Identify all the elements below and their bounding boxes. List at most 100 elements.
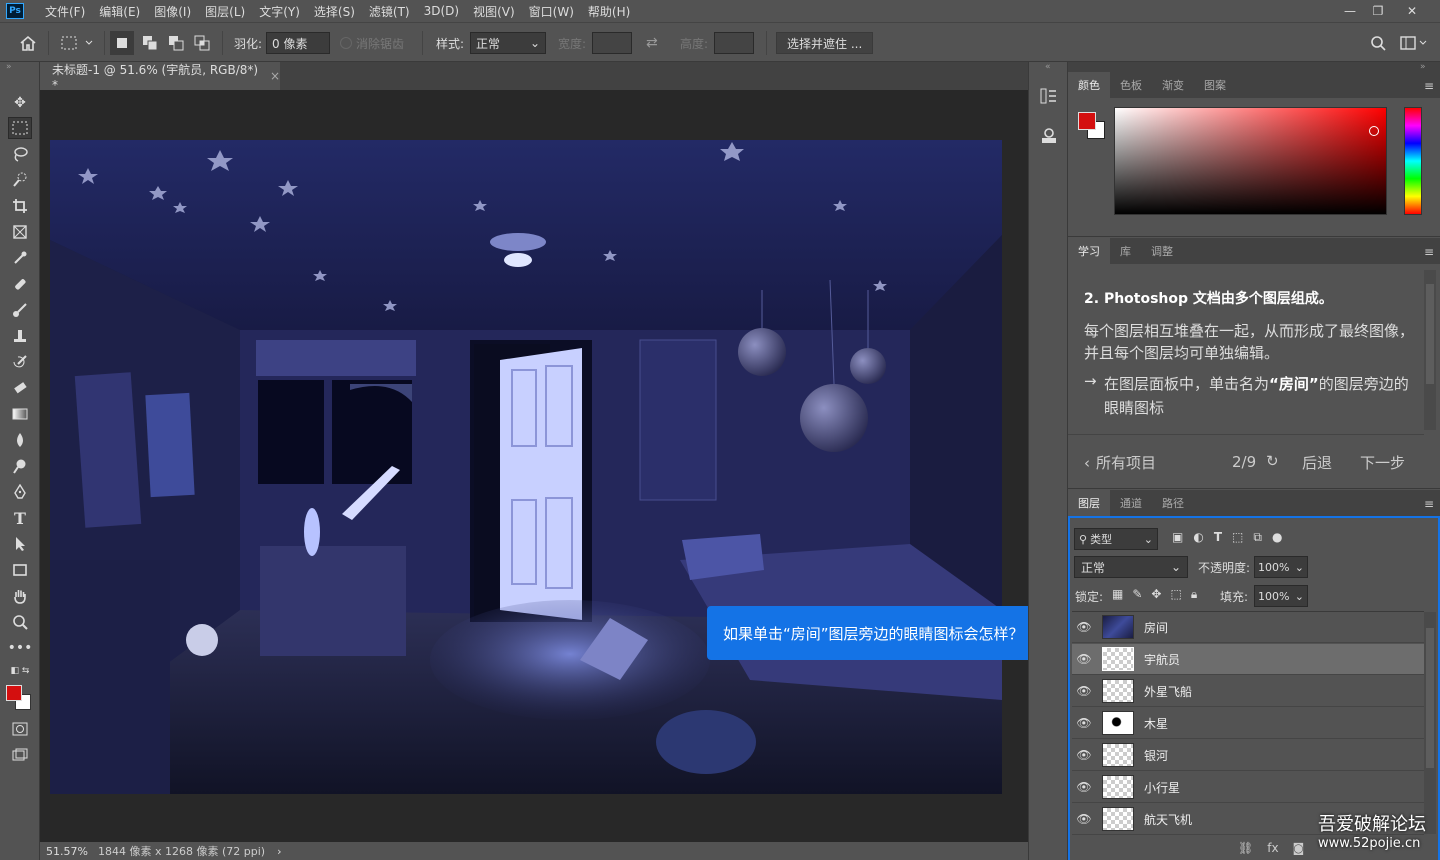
layer-row[interactable]: 👁︎ 外星飞船 (1072, 676, 1424, 707)
color-panel-menu-icon[interactable]: ≡ (1424, 79, 1434, 93)
swap-icon[interactable]: ⇄ (646, 31, 658, 55)
rectangle-tool-icon[interactable] (8, 559, 32, 581)
gradient-tool-icon[interactable] (8, 403, 32, 425)
minimize-button[interactable]: — (1336, 0, 1364, 22)
next-button[interactable]: 下一步 (1360, 452, 1405, 473)
color-field[interactable] (1114, 107, 1387, 215)
collapse-panels-icon[interactable]: » (1420, 62, 1426, 72)
layers-panel-menu-icon[interactable]: ≡ (1424, 497, 1434, 511)
layer-styles-icon[interactable]: fx (1267, 841, 1278, 855)
tab-channels[interactable]: 通道 (1110, 490, 1152, 516)
filter-adjustment-icon[interactable]: ◐ (1193, 530, 1203, 545)
visibility-eye-icon[interactable]: 👁︎ (1072, 716, 1096, 730)
refresh-icon[interactable]: ↻ (1266, 452, 1279, 470)
tab-adjustments[interactable]: 调整 (1141, 238, 1183, 264)
menu-view[interactable]: 视图(V) (466, 3, 522, 20)
visibility-eye-icon[interactable]: 👁︎ (1072, 748, 1096, 762)
antialias-checkbox[interactable]: 消除锯齿 (340, 31, 404, 55)
visibility-eye-icon[interactable]: 👁︎ (1072, 652, 1096, 666)
hue-slider[interactable] (1404, 107, 1422, 215)
menu-edit[interactable]: 编辑(E) (92, 3, 147, 20)
link-layers-icon[interactable]: ⛓︎ (1238, 841, 1253, 855)
layer-row[interactable]: 👁︎ 房间 (1072, 612, 1424, 643)
opacity-input[interactable]: 100% ⌄ (1254, 556, 1308, 578)
menu-type[interactable]: 文字(Y) (252, 3, 307, 20)
frame-tool-icon[interactable] (8, 221, 32, 243)
tab-color[interactable]: 颜色 (1068, 72, 1110, 98)
blend-mode-select[interactable]: 正常 ⌄ (1074, 556, 1188, 578)
clone-stamp-tool-icon[interactable] (8, 325, 32, 347)
properties-panel-icon[interactable] (1037, 124, 1061, 148)
restore-button[interactable]: ❐ (1364, 0, 1392, 22)
subtract-selection-icon[interactable] (164, 31, 188, 55)
tab-gradients[interactable]: 渐变 (1152, 72, 1194, 98)
filter-type-icon[interactable]: T (1214, 530, 1222, 545)
marquee-preset-icon[interactable] (60, 31, 96, 55)
layer-row[interactable]: 👁︎ 木星 (1072, 708, 1424, 739)
search-icon[interactable] (1370, 31, 1390, 55)
collapse-toolbar-icon[interactable]: » (6, 62, 12, 72)
filter-pixel-icon[interactable]: ▣ (1172, 530, 1183, 545)
menu-window[interactable]: 窗口(W) (522, 3, 581, 20)
filter-toggle-icon[interactable]: ● (1272, 530, 1282, 545)
dodge-tool-icon[interactable] (8, 455, 32, 477)
fill-input[interactable]: 100% ⌄ (1254, 585, 1308, 607)
lasso-tool-icon[interactable] (8, 143, 32, 165)
learn-panel-menu-icon[interactable]: ≡ (1424, 245, 1434, 259)
tab-paths[interactable]: 路径 (1152, 490, 1194, 516)
intersect-selection-icon[interactable] (190, 31, 214, 55)
pen-tool-icon[interactable] (8, 481, 32, 503)
select-and-mask-button[interactable]: 选择并遮住 ... (776, 32, 874, 54)
layer-filter-select[interactable]: ⚲ 类型 ⌄ (1074, 528, 1158, 550)
menu-filter[interactable]: 滤镜(T) (362, 3, 417, 20)
style-select[interactable]: 正常 ⌄ (470, 32, 546, 54)
add-mask-icon[interactable]: ◙ (1293, 841, 1305, 855)
screen-mode-icon[interactable] (8, 744, 32, 766)
eraser-tool-icon[interactable] (8, 377, 32, 399)
document-canvas[interactable] (50, 140, 1002, 794)
visibility-eye-icon[interactable]: 👁︎ (1072, 684, 1096, 698)
lock-artboard-icon[interactable]: ⬚ (1170, 587, 1181, 602)
filter-smart-object-icon[interactable]: ⧉ (1253, 530, 1262, 545)
color-picker-marker[interactable] (1369, 126, 1379, 136)
visibility-eye-icon[interactable]: 👁︎ (1072, 620, 1096, 634)
back-button[interactable]: 后退 (1302, 452, 1332, 473)
menu-select[interactable]: 选择(S) (307, 3, 362, 20)
zoom-tool-icon[interactable] (8, 611, 32, 633)
tab-layers[interactable]: 图层 (1068, 490, 1110, 516)
type-tool-icon[interactable]: T (8, 507, 32, 529)
learn-scrollbar[interactable] (1424, 270, 1436, 430)
hand-tool-icon[interactable] (8, 585, 32, 607)
workspace-icon[interactable] (1400, 31, 1430, 55)
layer-row[interactable]: 👁︎ 银河 (1072, 740, 1424, 771)
marquee-tool-icon[interactable] (8, 117, 32, 139)
more-tools-icon[interactable]: ••• (8, 637, 33, 659)
quick-mask-icon[interactable] (8, 718, 32, 740)
close-tab-icon[interactable]: × (270, 69, 280, 83)
tab-swatches[interactable]: 色板 (1110, 72, 1152, 98)
lock-transparent-icon[interactable]: ▦ (1112, 587, 1123, 602)
tab-libraries[interactable]: 库 (1110, 238, 1141, 264)
height-input[interactable] (714, 32, 754, 54)
menu-image[interactable]: 图像(I) (147, 3, 198, 20)
layers-scrollbar[interactable] (1424, 612, 1436, 834)
tab-patterns[interactable]: 图案 (1194, 72, 1236, 98)
history-brush-tool-icon[interactable] (8, 351, 32, 373)
menu-layer[interactable]: 图层(L) (198, 3, 252, 20)
eyedropper-tool-icon[interactable] (8, 247, 32, 269)
width-input[interactable] (592, 32, 632, 54)
crop-tool-icon[interactable] (8, 195, 32, 217)
close-window-button[interactable]: ✕ (1398, 0, 1426, 22)
lock-position-icon[interactable]: ✥ (1151, 587, 1161, 602)
panel-foreground-swatch[interactable] (1078, 112, 1096, 130)
collapse-dock-icon[interactable]: « (1045, 62, 1051, 72)
menu-help[interactable]: 帮助(H) (581, 3, 637, 20)
lock-image-icon[interactable]: ✎ (1132, 587, 1142, 602)
brush-tool-icon[interactable] (8, 299, 32, 321)
menu-3d[interactable]: 3D(D) (417, 4, 466, 18)
new-selection-icon[interactable] (110, 31, 134, 55)
visibility-eye-icon[interactable]: 👁︎ (1072, 780, 1096, 794)
zoom-readout[interactable]: 51.57% (46, 845, 94, 858)
layer-row[interactable]: 👁︎ 小行星 (1072, 772, 1424, 803)
lock-all-icon[interactable]: 🔒︎ (1191, 587, 1197, 602)
